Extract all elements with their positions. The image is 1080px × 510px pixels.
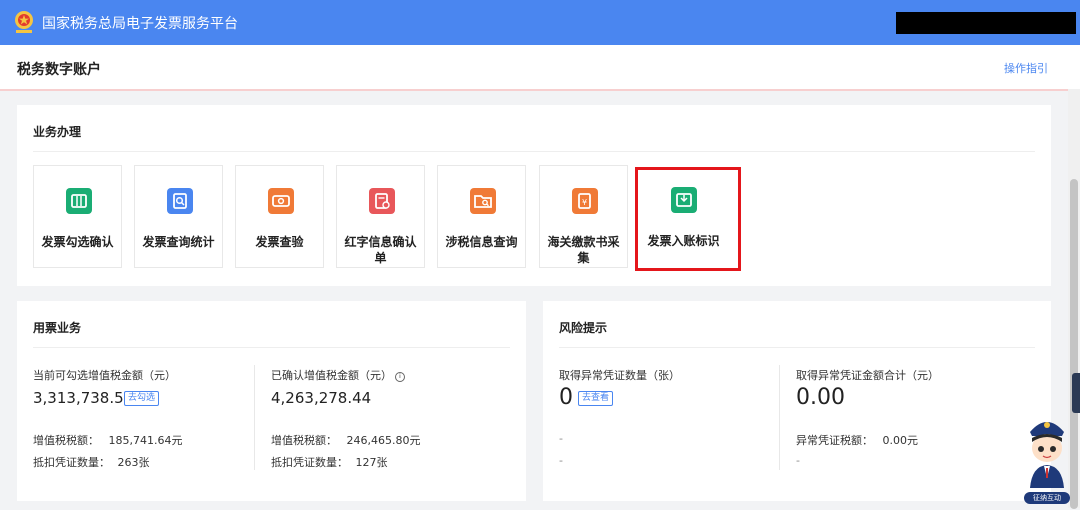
tax-label: 异常凭证税额： [796, 434, 873, 447]
selectable-count-row: 抵扣凭证数量： 263张 [33, 454, 150, 470]
divider [33, 151, 1035, 152]
selectable-amount-label: 当前可勾选增值税金额（元） [33, 369, 176, 382]
tax-value: 246,465.80元 [346, 434, 421, 447]
folder-search-icon [470, 188, 496, 214]
operation-guide-link[interactable]: 操作指引 [1004, 60, 1048, 76]
tile-invoice-select-confirm[interactable]: 发票勾选确认 [33, 165, 122, 268]
count-label: 抵扣凭证数量： [271, 456, 348, 469]
business-title: 业务办理 [33, 125, 82, 139]
confirmed-amount-value: 4,263,278.44 [271, 389, 372, 407]
red-doc-icon [369, 188, 395, 214]
go-select-button[interactable]: 去勾选 [124, 391, 160, 406]
confirmed-amount-label: 已确认增值税金额（元） i [271, 367, 405, 383]
divider [33, 347, 510, 348]
tax-emblem-icon [15, 11, 33, 33]
abnormal-tax-row: 异常凭证税额： 0.00元 [796, 432, 918, 448]
usage-card: 用票业务 当前可勾选增值税金额（元） 3,313,738.54 去勾选 增值税税… [17, 301, 526, 501]
page-header: 税务数字账户 操作指引 [0, 45, 1080, 91]
risk-card: 风险提示 取得异常凭证数量（张） 0 去查看 - - 取得异常凭证金额合计（元）… [543, 301, 1051, 501]
tile-invoice-verify[interactable]: 发票查验 [235, 165, 324, 268]
tile-invoice-query-stats[interactable]: 发票查询统计 [134, 165, 223, 268]
side-panel-handle[interactable] [1072, 373, 1080, 413]
tile-label: 红字信息确认单 [344, 235, 417, 265]
page-title: 税务数字账户 [17, 62, 101, 78]
tax-value: 0.00元 [882, 434, 919, 447]
dash-placeholder: - [559, 454, 563, 467]
search-doc-icon [167, 188, 193, 214]
customs-doc-icon: ¥ [572, 188, 598, 214]
abnormal-count-label: 取得异常凭证数量（张） [559, 369, 680, 382]
tax-value: 185,741.64元 [108, 434, 183, 447]
usage-title: 用票业务 [33, 321, 82, 335]
confirmed-count-row: 抵扣凭证数量： 127张 [271, 454, 388, 470]
risk-title: 风险提示 [559, 321, 608, 335]
selectable-tax-row: 增值税税额： 185,741.64元 [33, 432, 182, 448]
tile-red-info-confirm[interactable]: 红字信息确认单 [336, 165, 425, 268]
confirmed-amount-text: 已确认增值税金额（元） [271, 369, 392, 382]
tax-label: 增值税税额： [271, 434, 337, 447]
top-bar: 国家税务总局电子发票服务平台 [0, 0, 1080, 45]
tax-label: 增值税税额： [33, 434, 99, 447]
mascot-caption: 征纳互动 [1024, 492, 1070, 504]
tile-label: 发票查询统计 [142, 235, 215, 249]
redacted-user-info [896, 12, 1076, 34]
selectable-amount-value: 3,313,738.54 [33, 389, 134, 407]
ticket-check-icon [268, 188, 294, 214]
tile-tax-info-query[interactable]: 涉税信息查询 [437, 165, 526, 268]
vertical-divider [254, 365, 255, 470]
dash-placeholder: - [559, 432, 563, 445]
count-label: 抵扣凭证数量： [33, 456, 110, 469]
tile-label: 发票勾选确认 [41, 235, 114, 249]
business-card: 业务办理 发票勾选确认 发票查询统计 发票查验 红字信息确认单 涉税信息查询 ¥ [17, 105, 1051, 286]
confirmed-tax-row: 增值税税额： 246,465.80元 [271, 432, 420, 448]
count-value: 127张 [355, 456, 388, 469]
abnormal-amount-value: 0.00 [796, 385, 845, 410]
tile-label: 发票查验 [255, 235, 304, 249]
svg-text:¥: ¥ [582, 198, 587, 207]
highlight-box [635, 167, 741, 271]
tile-label: 海关缴款书采集 [547, 235, 620, 265]
assistant-mascot[interactable]: 征纳互动 [1022, 410, 1072, 506]
tile-customs-payment-collect[interactable]: ¥ 海关缴款书采集 [539, 165, 628, 268]
platform-title: 国家税务总局电子发票服务平台 [42, 16, 238, 32]
ticket-icon [66, 188, 92, 214]
tile-label: 涉税信息查询 [445, 235, 518, 249]
dash-placeholder: - [796, 454, 800, 467]
go-view-button[interactable]: 去查看 [578, 391, 614, 406]
divider [559, 347, 1035, 348]
abnormal-count-value: 0 [559, 385, 573, 410]
info-icon[interactable]: i [395, 372, 405, 382]
vertical-divider [779, 365, 780, 470]
count-value: 263张 [117, 456, 150, 469]
abnormal-amount-label: 取得异常凭证金额合计（元） [796, 369, 939, 382]
